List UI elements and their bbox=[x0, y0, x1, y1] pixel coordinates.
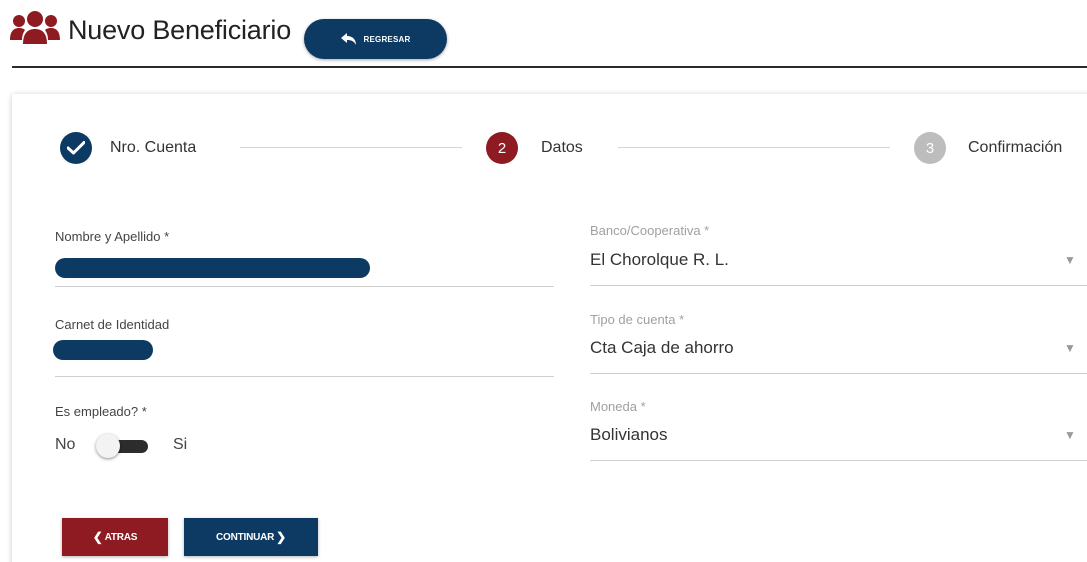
name-field-underline bbox=[55, 286, 554, 287]
caret-down-icon[interactable]: ▼ bbox=[1064, 253, 1076, 267]
bank-select-value[interactable]: El Chorolque R. L. bbox=[590, 250, 729, 270]
account-type-field-underline bbox=[590, 373, 1087, 374]
check-icon bbox=[60, 132, 92, 164]
page-header: Nuevo Beneficiario REGRESAR bbox=[0, 0, 1087, 68]
step-confirmacion: 3 Confirmación bbox=[914, 132, 1062, 164]
step-connector bbox=[618, 147, 890, 148]
currency-field-label: Moneda * bbox=[590, 399, 646, 414]
page-title: Nuevo Beneficiario bbox=[68, 15, 292, 45]
id-card-field-value[interactable] bbox=[53, 340, 153, 360]
atras-button-label: ATRAS bbox=[104, 531, 138, 543]
chevron-right-icon: ❯ bbox=[276, 530, 287, 544]
bank-field-underline bbox=[590, 285, 1087, 286]
step-number: 2 bbox=[486, 132, 518, 164]
toggle-on-label: Si bbox=[173, 436, 188, 453]
account-type-field-label: Tipo de cuenta * bbox=[590, 312, 685, 327]
currency-field-underline bbox=[590, 460, 1087, 461]
step-label: Datos bbox=[541, 139, 583, 156]
step-nro-cuenta: Nro. Cuenta bbox=[60, 132, 196, 164]
id-card-field-label: Carnet de Identidad bbox=[55, 317, 170, 332]
name-field-label: Nombre y Apellido * bbox=[55, 229, 170, 244]
continuar-button[interactable]: CONTINUAR ❯ bbox=[184, 518, 318, 556]
atras-button[interactable]: ❮ ATRAS bbox=[62, 518, 168, 556]
back-button-label: REGRESAR bbox=[363, 34, 411, 44]
toggle-off-label: No bbox=[55, 436, 76, 453]
reply-arrow-icon bbox=[340, 33, 356, 45]
users-icon bbox=[10, 11, 60, 44]
step-label: Nro. Cuenta bbox=[110, 139, 197, 156]
currency-select-value[interactable]: Bolivianos bbox=[590, 425, 668, 445]
name-field-value[interactable] bbox=[55, 258, 370, 278]
form-card bbox=[12, 94, 1087, 562]
step-connector bbox=[240, 147, 462, 148]
continuar-button-label: CONTINUAR bbox=[215, 531, 275, 543]
step-label: Confirmación bbox=[968, 139, 1063, 156]
back-button[interactable]: REGRESAR bbox=[304, 19, 447, 59]
caret-down-icon[interactable]: ▼ bbox=[1064, 428, 1076, 442]
step-number: 3 bbox=[914, 132, 946, 164]
toggle-knob bbox=[96, 434, 120, 458]
id-card-field-underline bbox=[55, 376, 554, 377]
employee-toggle[interactable] bbox=[96, 434, 152, 458]
bank-field-label: Banco/Cooperativa * bbox=[590, 223, 710, 238]
chevron-left-icon: ❮ bbox=[92, 530, 103, 544]
account-type-select-value[interactable]: Cta Caja de ahorro bbox=[590, 338, 734, 358]
step-datos: 2 Datos bbox=[486, 132, 583, 164]
header-divider bbox=[12, 66, 1087, 68]
employee-field-label: Es empleado? * bbox=[55, 404, 147, 419]
caret-down-icon[interactable]: ▼ bbox=[1064, 341, 1076, 355]
